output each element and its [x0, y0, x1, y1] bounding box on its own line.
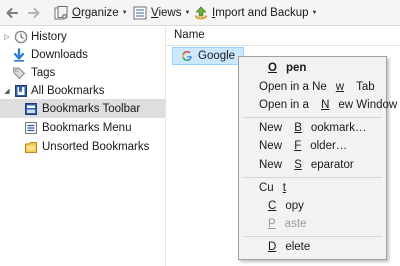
sidebar-item-tags[interactable]: Tags: [0, 63, 165, 82]
sidebar-item-label: Bookmarks Toolbar: [42, 102, 141, 115]
sidebar-item-label: Unsorted Bookmarks: [42, 140, 150, 153]
menu-item-label: New Folder…: [259, 140, 348, 152]
menu-item-label: Open: [268, 62, 307, 74]
google-favicon-icon: [182, 51, 192, 61]
bookmarks-menu-icon: [25, 121, 37, 134]
bookmark-title: Google: [198, 50, 236, 62]
sidebar-item-all-bookmarks[interactable]: ◢ All Bookmarks: [0, 81, 165, 100]
sidebar-item-downloads[interactable]: Downloads: [0, 45, 165, 64]
menu-item-new-separator[interactable]: New Separator: [241, 156, 384, 174]
views-dropdown-arrow-icon: ▼: [184, 10, 191, 16]
menu-item-new-bookmark[interactable]: New Bookmark…: [241, 119, 384, 137]
name-column-header[interactable]: Name: [166, 26, 400, 46]
sidebar-item-label: Tags: [31, 66, 56, 79]
sidebar-item-label: Downloads: [31, 48, 88, 61]
organize-button[interactable]: Organize ▼: [53, 4, 128, 22]
views-label: Views: [151, 7, 182, 19]
menu-item-label: Open in a Ne w Tab: [259, 81, 375, 93]
bookmarks-toolbar-icon: [25, 102, 37, 115]
menu-item-label: Cu t: [259, 182, 286, 194]
library-toolbar: Organize ▼ Views ▼ Import and Backup ▼: [0, 0, 400, 26]
unsorted-bookmarks-icon: [25, 141, 37, 153]
sidebar-item-label: All Bookmarks: [31, 84, 105, 97]
organize-dropdown-arrow-icon: ▼: [121, 10, 128, 16]
sidebar-item-label: History: [31, 30, 67, 43]
sidebar-item-history[interactable]: ▷ History: [0, 27, 165, 46]
menu-separator: [243, 117, 382, 118]
menu-item-label: Copy: [268, 200, 304, 212]
menu-item-open-new-window[interactable]: Open in a New Window: [241, 96, 397, 114]
menu-item-label: New Separator: [259, 159, 354, 171]
menu-item-label: New Bookmark…: [259, 122, 367, 134]
download-arrow-icon: [13, 47, 25, 62]
views-button[interactable]: Views ▼: [132, 4, 190, 22]
menu-item-label: Open in a New Window: [259, 99, 398, 111]
menu-item-open-new-tab[interactable]: Open in a Ne w Tab: [241, 78, 384, 96]
library-window: Organize ▼ Views ▼ Import and Backup ▼ ▷…: [0, 0, 400, 266]
import-backup-label: Import and Backup: [212, 7, 309, 19]
views-icon: [133, 6, 147, 20]
history-clock-icon: [14, 30, 28, 43]
organize-label: Organize: [72, 7, 119, 19]
back-arrow-icon[interactable]: [4, 5, 20, 21]
forward-arrow-glyph: [28, 8, 40, 18]
sidebar-item-label: Bookmarks Menu: [42, 121, 132, 134]
expand-twisty-icon[interactable]: ▷: [3, 33, 11, 41]
menu-item-open[interactable]: Open: [241, 59, 384, 77]
back-arrow-glyph: [6, 8, 18, 18]
menu-item-label: Delete: [268, 241, 311, 253]
sidebar-item-bookmarks-toolbar[interactable]: Bookmarks Toolbar: [0, 99, 165, 118]
bookmark-row-google[interactable]: Google: [172, 47, 244, 65]
menu-item-label: Paste: [268, 218, 307, 230]
sidebar-item-bookmarks-menu[interactable]: Bookmarks Menu: [0, 118, 165, 137]
menu-item-new-folder[interactable]: New Folder…: [241, 137, 384, 155]
menu-separator: [243, 236, 382, 237]
column-header-label: Name: [174, 29, 205, 41]
menu-item-cut[interactable]: Cu t: [241, 179, 384, 197]
collapse-twisty-icon[interactable]: ◢: [3, 87, 11, 95]
bookmark-context-menu: Open Open in a Ne w Tab Open in a New Win…: [238, 56, 397, 260]
sidebar-item-unsorted-bookmarks[interactable]: Unsorted Bookmarks: [0, 137, 165, 156]
import-backup-dropdown-arrow-icon: ▼: [311, 10, 318, 16]
menu-item-copy[interactable]: Copy: [241, 197, 384, 215]
places-tree: ▷ History Downloads Tags ◢ All Bookmarks…: [0, 26, 166, 266]
menu-separator: [243, 177, 382, 178]
bookmarks-folder-icon: [15, 84, 27, 97]
forward-arrow-icon[interactable]: [26, 5, 42, 21]
import-backup-button[interactable]: Import and Backup ▼: [193, 4, 318, 22]
import-backup-icon: [194, 6, 208, 20]
organize-icon: [54, 6, 68, 20]
menu-item-paste: Paste: [241, 215, 384, 233]
tag-icon: [12, 67, 26, 79]
menu-item-delete[interactable]: Delete: [241, 238, 384, 256]
